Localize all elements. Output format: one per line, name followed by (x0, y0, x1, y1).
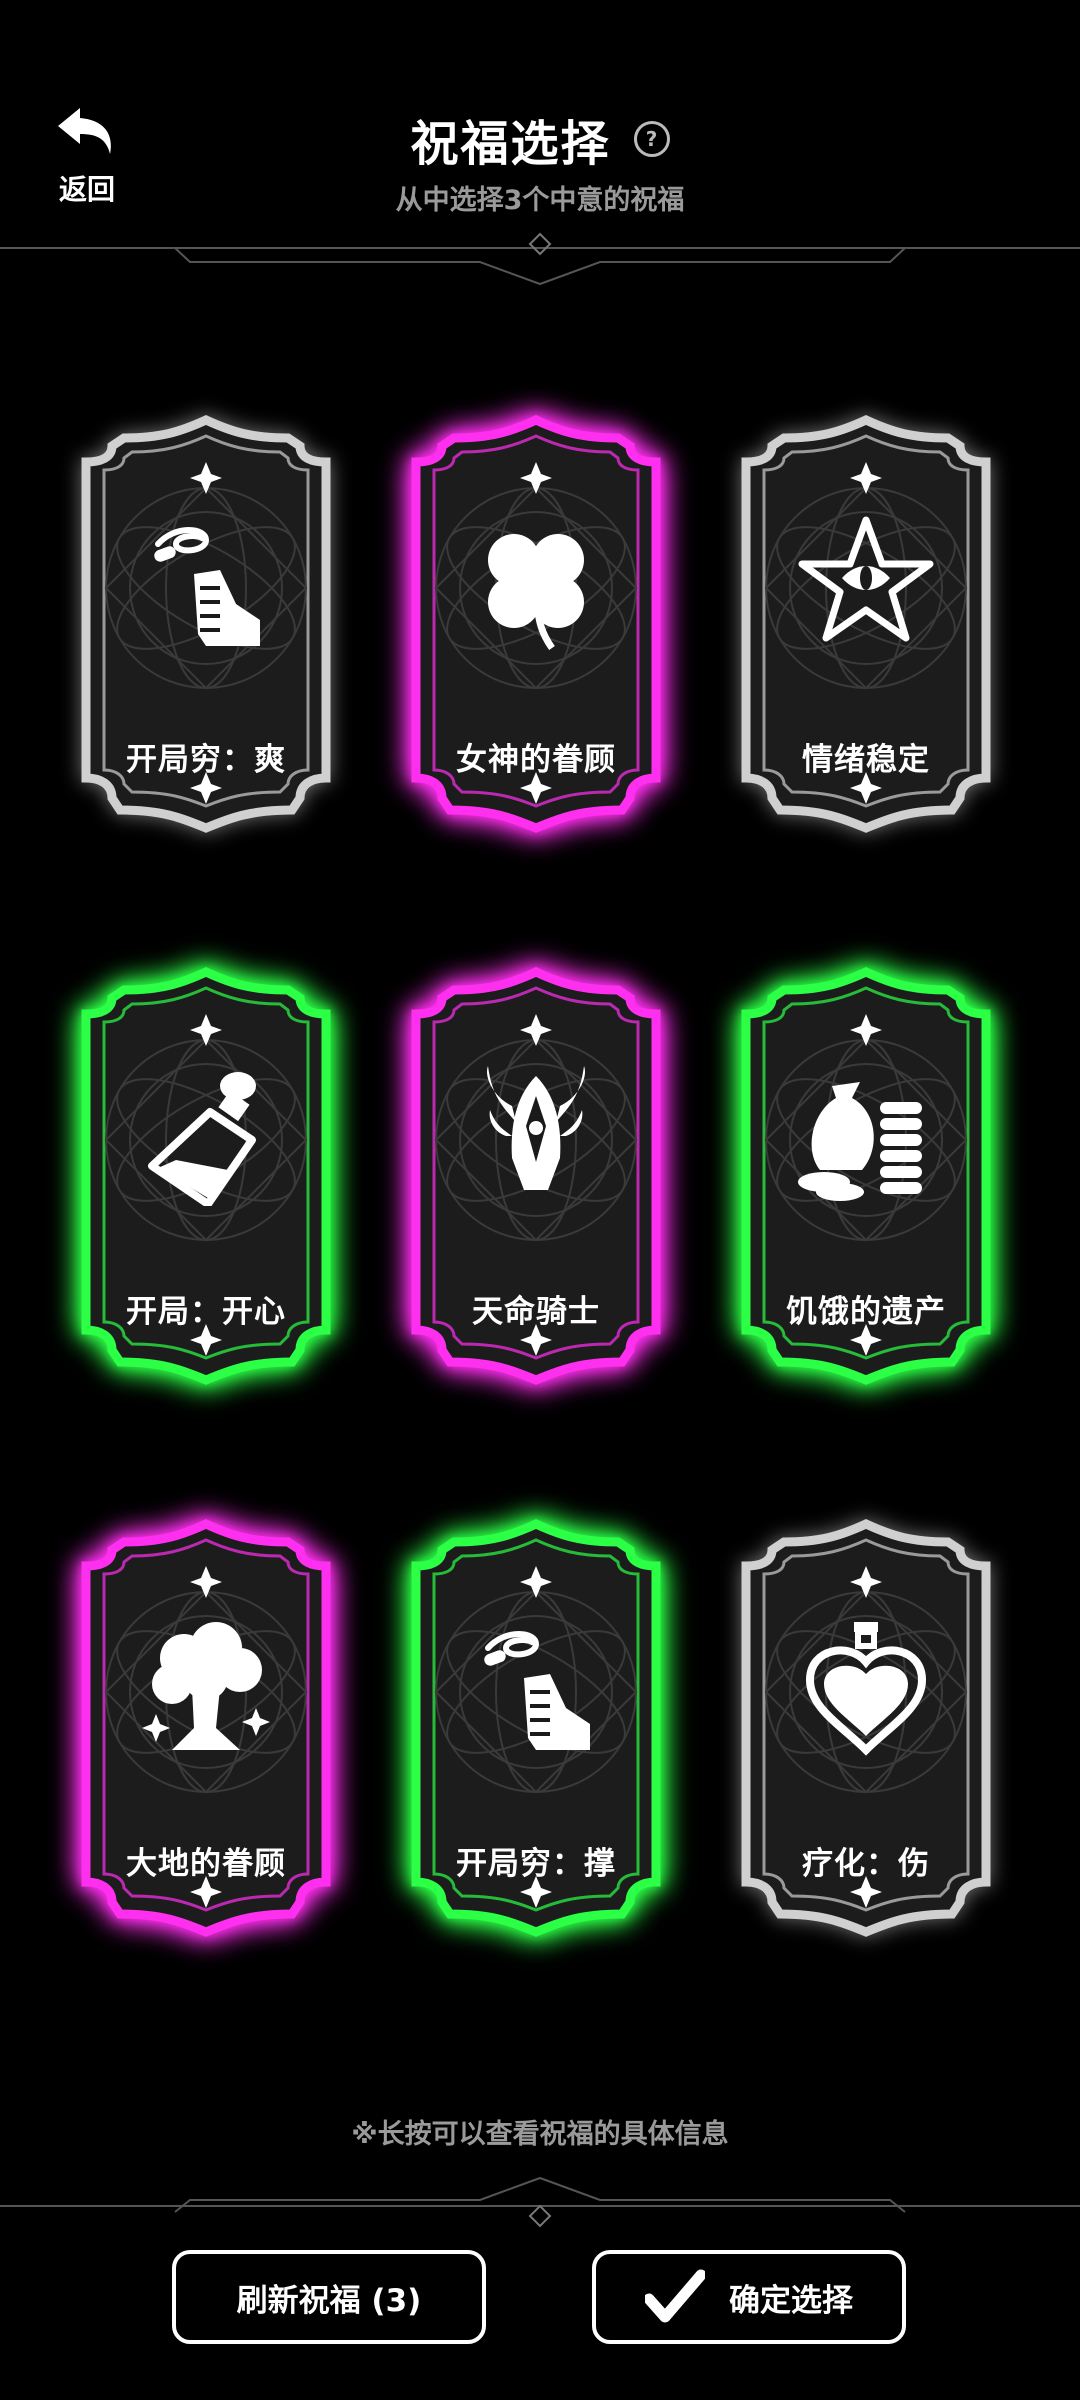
confirm-selection-button[interactable]: 确定选择 (592, 2250, 906, 2344)
winged-helmet-icon (487, 1066, 585, 1190)
refresh-blessings-button[interactable]: 刷新祝福 (3) (172, 2250, 486, 2344)
star-eye-icon (798, 516, 934, 642)
help-icon[interactable]: ? (633, 121, 670, 157)
clover-icon (488, 534, 584, 651)
blessing-card[interactable]: 天命骑士 (402, 967, 670, 1385)
sparkling-tree-icon (142, 1622, 270, 1750)
blessing-card[interactable]: 饥饿的遗产 (732, 967, 1000, 1385)
page-title-bar: 祝福选择 ? (0, 104, 1080, 174)
footer-divider (0, 2176, 1080, 2228)
hint-text: ※长按可以查看祝福的具体信息 (351, 2119, 729, 2150)
blessing-card-name: 大地的眷顾 (126, 1846, 286, 1882)
heart-potion-icon (805, 1622, 927, 1756)
blessing-card-name: 开局：开心 (126, 1294, 286, 1330)
blessing-card-name: 疗化：伤 (802, 1846, 930, 1882)
hand-rope-icon (484, 1631, 590, 1750)
header-divider (0, 232, 1080, 286)
refresh-button-label: 刷新祝福 (3) (236, 2282, 422, 2319)
blessing-card[interactable]: 开局穷：撑 (402, 1519, 670, 1937)
blessing-card-name: 女神的眷顾 (456, 742, 616, 778)
hand-rope-icon (154, 527, 260, 646)
potion-bottle-icon (148, 1072, 256, 1206)
confirm-button-label: 确定选择 (729, 2282, 853, 2319)
blessing-card[interactable]: 女神的眷顾 (402, 415, 670, 833)
page-title: 祝福选择 (410, 116, 611, 172)
blessing-card[interactable]: 开局穷：爽 (72, 415, 340, 833)
blessing-card[interactable]: 开局：开心 (72, 967, 340, 1385)
blessing-card-name: 开局穷：爽 (126, 742, 286, 778)
blessing-card[interactable]: 情绪稳定 (732, 415, 1000, 833)
blessing-card-name: 情绪稳定 (802, 742, 930, 778)
blessing-card[interactable]: 疗化：伤 (732, 1519, 1000, 1937)
page-subtitle: 从中选择3个中意的祝福 (395, 185, 685, 216)
checkmark-icon (645, 2269, 705, 2323)
blessing-card[interactable]: 大地的眷顾 (72, 1519, 340, 1937)
blessing-card-name: 天命骑士 (472, 1294, 600, 1330)
blessing-card-name: 饥饿的遗产 (786, 1294, 946, 1330)
money-bag-coins-icon (798, 1082, 922, 1201)
blessing-card-name: 开局穷：撑 (456, 1846, 616, 1882)
